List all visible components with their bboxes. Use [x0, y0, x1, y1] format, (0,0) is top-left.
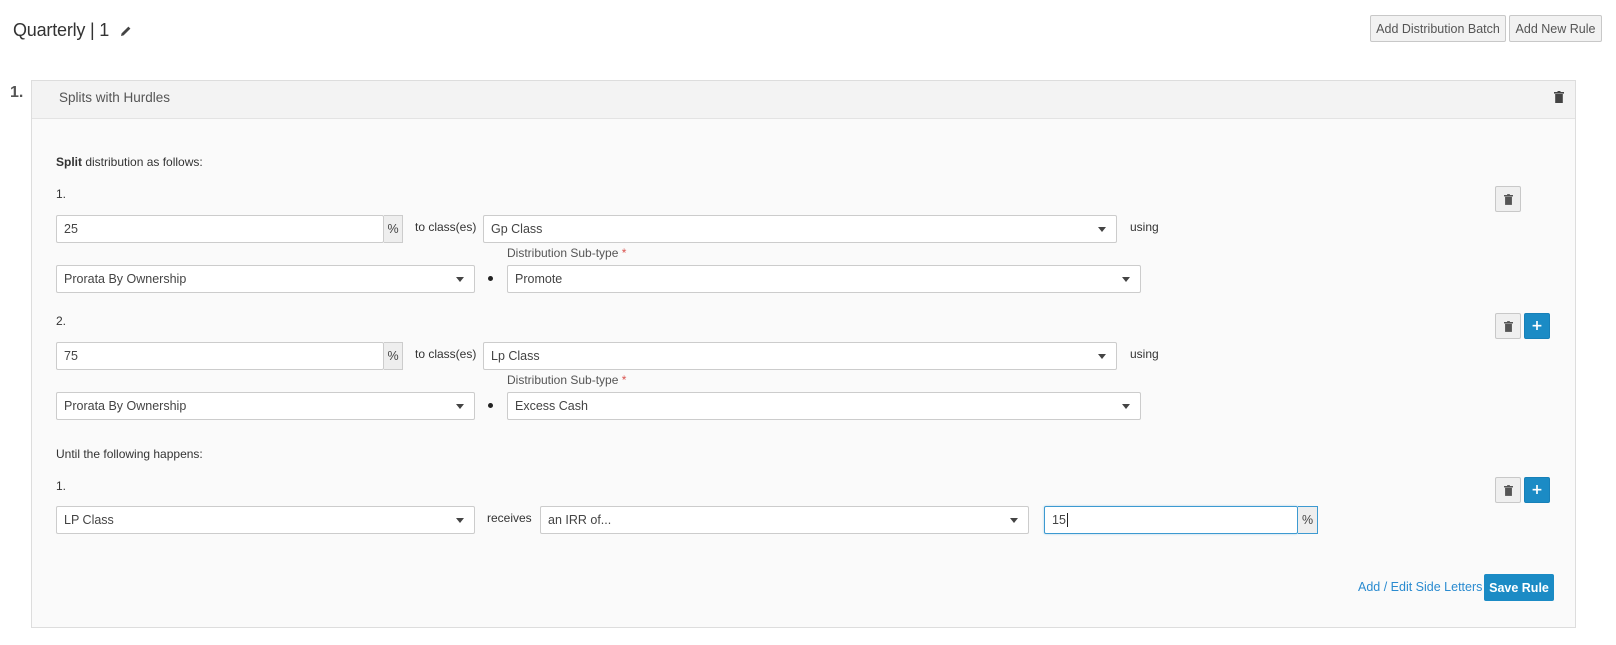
required-mark: *: [621, 246, 627, 260]
required-mark: *: [621, 373, 627, 387]
trash-icon: [1503, 193, 1513, 205]
add-hurdle-button[interactable]: +: [1524, 477, 1550, 503]
chevron-down-icon: [456, 518, 464, 523]
rule-panel-header: [32, 81, 1575, 119]
chevron-down-icon: [1122, 277, 1130, 282]
subtype-select-value: Promote: [515, 272, 563, 286]
class-select[interactable]: Lp Class: [483, 342, 1117, 370]
add-split-button[interactable]: +: [1524, 313, 1550, 339]
chevron-down-icon: [1098, 354, 1106, 359]
split-intro-rest: distribution as follows:: [82, 155, 203, 169]
to-classes-label: to class(es): [415, 347, 477, 361]
rule-title: Splits with Hurdles: [59, 90, 171, 105]
subtype-label-text: Distribution Sub-type: [507, 373, 619, 387]
bullet: [488, 403, 493, 408]
subtype-label-text: Distribution Sub-type: [507, 246, 619, 260]
split-intro-bold: Split: [56, 155, 82, 169]
hurdle-class-value: LP Class: [64, 513, 114, 527]
split-percent-input[interactable]: 75: [56, 342, 384, 370]
rule-number: 1.: [10, 84, 24, 101]
chevron-down-icon: [456, 277, 464, 282]
pencil-icon[interactable]: [120, 25, 132, 37]
split-intro: Split distribution as follows:: [56, 155, 203, 169]
method-select-value: Prorata By Ownership: [64, 399, 187, 413]
condition-select-value: an IRR of...: [548, 513, 612, 527]
add-new-rule-button[interactable]: Add New Rule: [1509, 15, 1602, 42]
hurdle-class-select[interactable]: LP Class: [56, 506, 475, 534]
hurdle-value: 15: [1052, 513, 1066, 527]
delete-split-button[interactable]: [1495, 186, 1521, 212]
subtype-select[interactable]: Excess Cash: [507, 392, 1141, 420]
percent-addon: %: [384, 215, 403, 243]
subtype-select-value: Excess Cash: [515, 399, 588, 413]
subtype-label: Distribution Sub-type *: [507, 246, 626, 260]
to-classes-label: to class(es): [415, 220, 477, 234]
side-letters-link[interactable]: Add / Edit Side Letters: [1358, 580, 1482, 594]
until-label: Until the following happens:: [56, 447, 203, 461]
page-title: Quarterly | 1: [13, 20, 110, 40]
chevron-down-icon: [456, 404, 464, 409]
split-percent-input[interactable]: 25: [56, 215, 384, 243]
chevron-down-icon: [1098, 227, 1106, 232]
bullet: [488, 276, 493, 281]
subtype-label: Distribution Sub-type *: [507, 373, 626, 387]
class-select-value: Gp Class: [491, 222, 543, 236]
delete-hurdle-button[interactable]: [1495, 477, 1521, 503]
hurdle-value-input[interactable]: 15: [1044, 506, 1298, 534]
chevron-down-icon: [1122, 404, 1130, 409]
text-cursor: [1066, 513, 1068, 527]
delete-split-button[interactable]: [1495, 313, 1521, 339]
method-select[interactable]: Prorata By Ownership: [56, 265, 475, 293]
trash-icon: [1503, 320, 1513, 332]
save-rule-button[interactable]: Save Rule: [1484, 574, 1554, 601]
hurdle-index: 1.: [56, 479, 67, 493]
add-distribution-batch-button[interactable]: Add Distribution Batch: [1370, 15, 1506, 42]
method-select-value: Prorata By Ownership: [64, 272, 187, 286]
split-index: 2.: [56, 314, 67, 328]
condition-select[interactable]: an IRR of...: [540, 506, 1029, 534]
trash-icon: [1503, 484, 1513, 496]
split-index: 1.: [56, 187, 67, 201]
using-label: using: [1130, 347, 1159, 361]
chevron-down-icon: [1010, 518, 1018, 523]
percent-addon: %: [1298, 506, 1318, 534]
percent-addon: %: [384, 342, 403, 370]
class-select-value: Lp Class: [491, 349, 540, 363]
method-select[interactable]: Prorata By Ownership: [56, 392, 475, 420]
class-select[interactable]: Gp Class: [483, 215, 1117, 243]
trash-icon[interactable]: [1554, 91, 1564, 103]
receives-label: receives: [487, 511, 532, 525]
subtype-select[interactable]: Promote: [507, 265, 1141, 293]
using-label: using: [1130, 220, 1159, 234]
